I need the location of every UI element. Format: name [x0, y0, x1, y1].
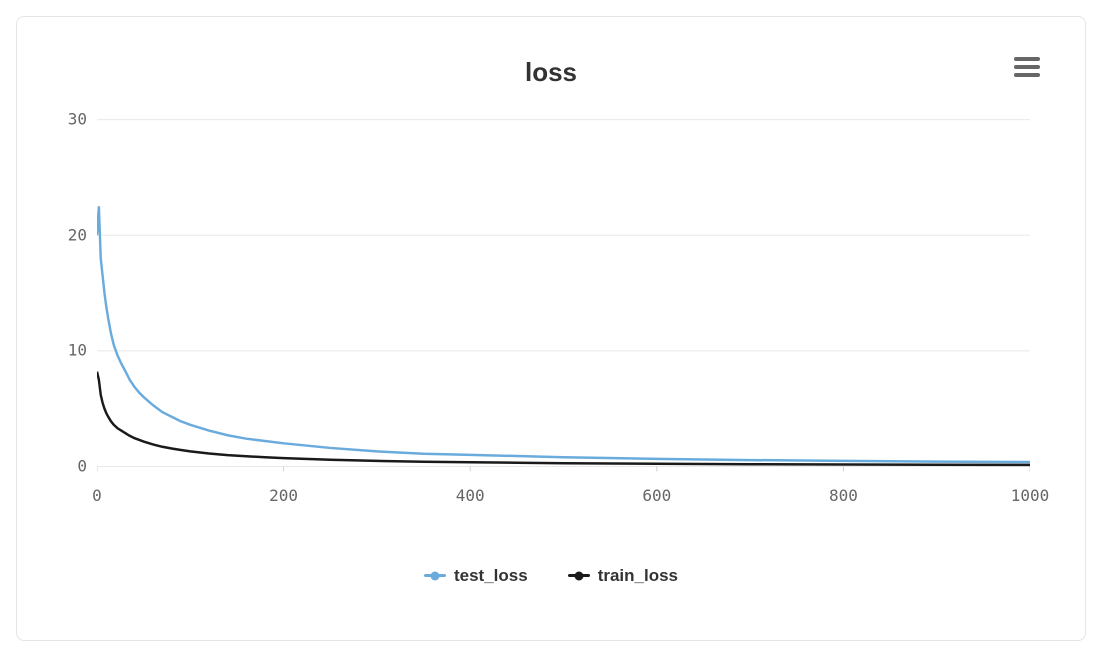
legend-item-test-loss[interactable]: test_loss [424, 566, 528, 586]
legend-marker-icon [568, 574, 590, 577]
y-tick-label: 20 [68, 225, 87, 244]
legend: test_loss train_loss [57, 566, 1045, 586]
legend-label: train_loss [598, 566, 678, 586]
y-tick-label: 30 [68, 110, 87, 129]
chart-card: loss 0102030 02004006008001000 test_loss… [16, 16, 1086, 641]
x-tick-label: 600 [642, 486, 671, 505]
legend-marker-icon [424, 574, 446, 577]
x-tick-label: 0 [92, 486, 102, 505]
hamburger-menu-icon[interactable] [1014, 57, 1040, 77]
y-tick-label: 10 [68, 341, 87, 360]
legend-label: test_loss [454, 566, 528, 586]
chart-svg [97, 108, 1030, 478]
x-tick-label: 800 [829, 486, 858, 505]
legend-item-train-loss[interactable]: train_loss [568, 566, 678, 586]
x-tick-label: 400 [456, 486, 485, 505]
x-tick-label: 1000 [1011, 486, 1050, 505]
chart-title: loss [57, 57, 1045, 88]
plot-area[interactable]: 0102030 [97, 108, 1030, 478]
x-axis-labels: 02004006008001000 [97, 486, 1030, 506]
x-tick-label: 200 [269, 486, 298, 505]
y-tick-label: 0 [77, 456, 87, 475]
